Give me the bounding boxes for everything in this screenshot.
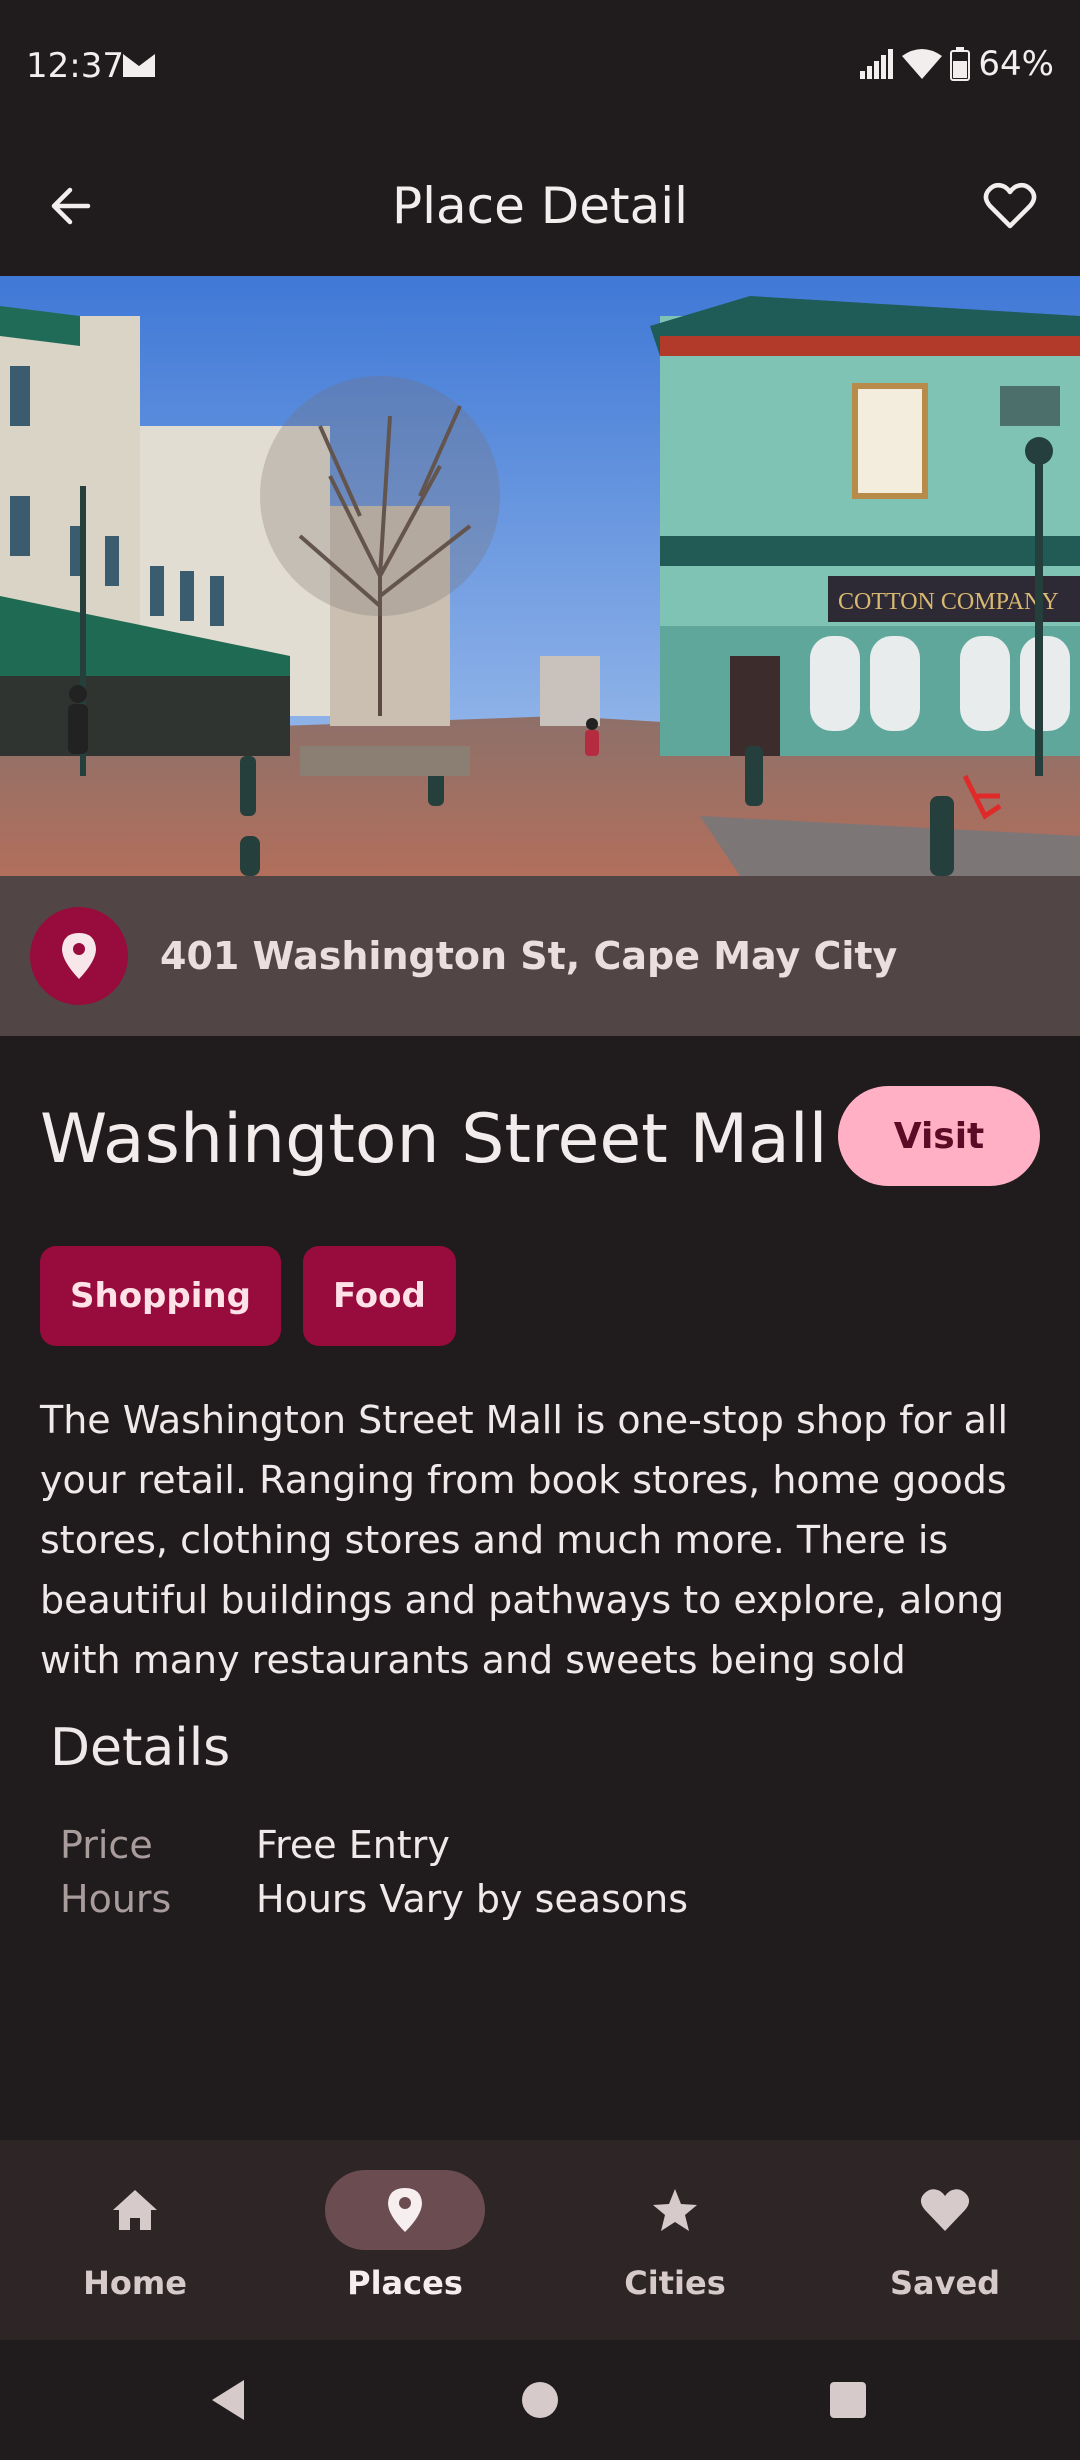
heart-icon: [920, 2189, 970, 2231]
triangle-back-icon: [212, 2380, 244, 2420]
nav-label: Places: [347, 2264, 463, 2302]
place-photo: COTTON COMPANY: [0, 276, 1080, 876]
detail-value: Free Entry: [256, 1823, 450, 1867]
detail-row-hours: Hours Hours Vary by seasons: [60, 1872, 688, 1926]
address-bar[interactable]: 401 Washington St, Cape May City: [0, 876, 1080, 1036]
address-text: 401 Washington St, Cape May City: [160, 934, 898, 978]
wifi-icon: [902, 49, 943, 79]
detail-label: Price: [60, 1823, 153, 1867]
page-title: Place Detail: [391, 177, 689, 235]
system-back-button[interactable]: [198, 2370, 258, 2430]
battery-icon: [950, 47, 971, 81]
location-badge: [30, 907, 128, 1005]
place-description: The Washington Street Mall is one-stop s…: [40, 1398, 1009, 1682]
details-table: Price Free Entry Hours Hours Vary by sea…: [60, 1818, 688, 1926]
signal-icon: [860, 49, 894, 79]
square-recents-icon: [830, 2382, 866, 2418]
tag-chip-shopping[interactable]: Shopping: [40, 1246, 281, 1346]
nav-icon-container: [325, 2170, 485, 2250]
hero-sign-text: COTTON COMPANY: [838, 589, 1059, 615]
nav-item-cities[interactable]: Cities: [540, 2140, 810, 2340]
home-icon: [113, 2190, 157, 2230]
battery-percent: 64%: [978, 44, 1054, 84]
detail-label: Hours: [60, 1877, 172, 1921]
gmail-icon: [123, 52, 155, 77]
nav-label: Cities: [624, 2264, 726, 2302]
location-pin-icon: [62, 933, 96, 979]
system-recents-button[interactable]: [818, 2370, 878, 2430]
system-home-button[interactable]: [510, 2370, 570, 2430]
details-heading: Details: [50, 1718, 231, 1778]
pin-icon: [388, 2188, 422, 2232]
tag-chip-food[interactable]: Food: [302, 1246, 456, 1346]
detail-row-price: Price Free Entry: [60, 1818, 688, 1872]
nav-icon-container: [595, 2170, 755, 2250]
nav-item-saved[interactable]: Saved: [810, 2140, 1080, 2340]
system-navigation-bar: [0, 2340, 1080, 2460]
nav-item-places[interactable]: Places: [270, 2140, 540, 2340]
star-icon: [653, 2189, 697, 2231]
nav-item-home[interactable]: Home: [0, 2140, 270, 2340]
bottom-navigation: Home Places Cities Saved: [0, 2140, 1080, 2340]
detail-value: Hours Vary by seasons: [256, 1877, 689, 1921]
place-name: Washington Street Mall: [40, 1100, 828, 1179]
nav-icon-container: [865, 2170, 1025, 2250]
nav-label: Home: [83, 2264, 187, 2302]
nav-label: Saved: [889, 2264, 1001, 2302]
circle-home-icon: [522, 2382, 558, 2418]
status-time: 12:37: [26, 46, 124, 86]
tag-list: Shopping Food: [40, 1246, 456, 1346]
favorite-button[interactable]: [970, 166, 1050, 246]
heart-outline-icon: [983, 182, 1037, 229]
nav-icon-container: [55, 2170, 215, 2250]
top-app-bar: Place Detail: [0, 136, 1080, 276]
status-bar: 12:37 64%: [0, 0, 1080, 136]
visit-button[interactable]: Visit: [838, 1086, 1040, 1186]
status-icons: 64%: [860, 44, 1054, 84]
